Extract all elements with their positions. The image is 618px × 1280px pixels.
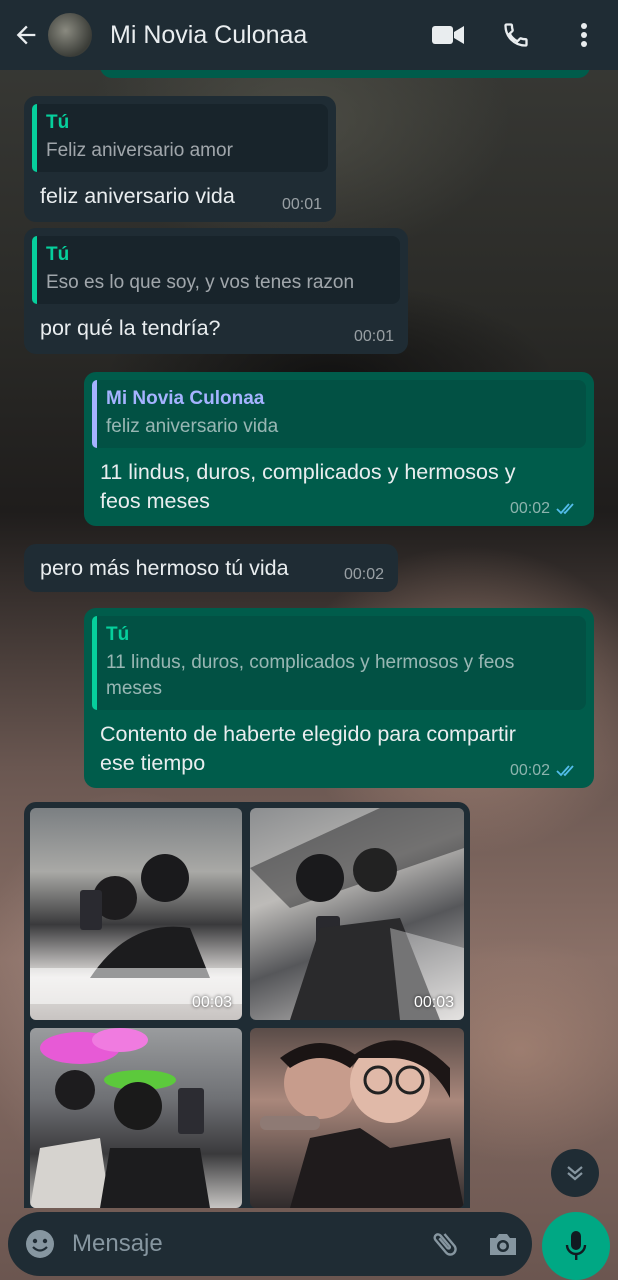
incoming-message[interactable]: Tú Feliz aniversario amor feliz aniversa… xyxy=(24,96,336,222)
quote-author: Tú xyxy=(106,624,130,645)
read-ticks-icon xyxy=(556,765,574,777)
incoming-message[interactable]: Tú Eso es lo que soy, y vos tenes razon … xyxy=(24,228,408,354)
media-time: 00:03 xyxy=(191,994,232,1011)
photo-content-icon xyxy=(30,1028,210,1208)
photo-thumbnail[interactable]: 00:03 xyxy=(250,808,464,1020)
read-ticks-icon xyxy=(556,503,574,515)
back-arrow-icon[interactable] xyxy=(2,0,50,70)
quote-text: Feliz aniversario amor xyxy=(46,140,233,161)
photo-thumbnail[interactable] xyxy=(30,1028,242,1208)
microphone-icon xyxy=(565,1231,587,1260)
message-text: pero más hermoso tú vida xyxy=(40,556,289,580)
chat-header: Mi Novia Culonaa xyxy=(0,0,618,70)
attach-icon[interactable] xyxy=(416,1212,474,1276)
scroll-to-bottom-button[interactable] xyxy=(551,1149,599,1197)
message-meta: 00:02 xyxy=(510,762,580,780)
contact-avatar[interactable] xyxy=(48,13,92,57)
media-time: 00:03 xyxy=(413,994,454,1011)
quoted-message[interactable]: Tú Feliz aniversario amor xyxy=(32,104,328,172)
photo-content-icon xyxy=(260,1040,464,1208)
emoji-icon[interactable] xyxy=(8,1212,72,1276)
voice-call-icon[interactable] xyxy=(482,0,550,70)
photo-album[interactable]: 00:03 00:03 xyxy=(24,802,470,1208)
quote-author: Mi Novia Culonaa xyxy=(106,388,265,409)
quoted-message[interactable]: Mi Novia Culonaa feliz aniversario vida xyxy=(92,380,586,448)
voice-message-button[interactable] xyxy=(542,1212,610,1280)
message-composer xyxy=(8,1212,532,1276)
photo-thumbnail[interactable] xyxy=(250,1028,464,1208)
contact-name[interactable]: Mi Novia Culonaa xyxy=(110,21,414,50)
message-meta: 00:01 xyxy=(282,196,322,214)
message-text: por qué la tendría? xyxy=(40,316,221,340)
quote-author: Tú xyxy=(46,244,70,265)
quote-text: Eso es lo que soy, y vos tenes razon xyxy=(46,272,355,293)
message-time: 00:01 xyxy=(281,196,322,213)
quoted-message[interactable]: Tú 11 lindus, duros, complicados y hermo… xyxy=(92,616,586,710)
video-call-icon[interactable] xyxy=(414,0,482,70)
message-meta: 00:02 xyxy=(510,500,580,518)
incoming-message[interactable]: pero más hermoso tú vida 00:02 xyxy=(24,544,398,592)
photo-content-icon xyxy=(30,854,242,1004)
quote-text: feliz aniversario vida xyxy=(106,416,279,437)
message-time: 00:02 xyxy=(509,762,550,779)
message-time: 00:01 xyxy=(353,328,394,345)
outgoing-message[interactable]: Mi Novia Culonaa feliz aniversario vida … xyxy=(84,372,594,526)
quoted-message[interactable]: Tú Eso es lo que soy, y vos tenes razon xyxy=(32,236,400,304)
message-meta: 00:02 xyxy=(344,566,384,584)
more-vert-icon[interactable] xyxy=(550,0,618,70)
photo-thumbnail[interactable]: 00:03 xyxy=(30,808,242,1020)
photo-content-icon xyxy=(250,808,464,1020)
camera-icon[interactable] xyxy=(474,1212,532,1276)
message-time: 00:02 xyxy=(343,566,384,583)
chat-messages[interactable]: Tú Feliz aniversario amor feliz aniversa… xyxy=(0,50,618,1208)
message-time: 00:02 xyxy=(509,500,550,517)
message-meta: 00:01 xyxy=(354,328,394,346)
message-input[interactable] xyxy=(72,1212,416,1276)
quote-author: Tú xyxy=(46,112,70,133)
double-chevron-down-icon xyxy=(567,1166,583,1181)
outgoing-message[interactable]: Tú 11 lindus, duros, complicados y hermo… xyxy=(84,608,594,788)
quote-text: 11 lindus, duros, complicados y hermosos… xyxy=(106,652,515,699)
